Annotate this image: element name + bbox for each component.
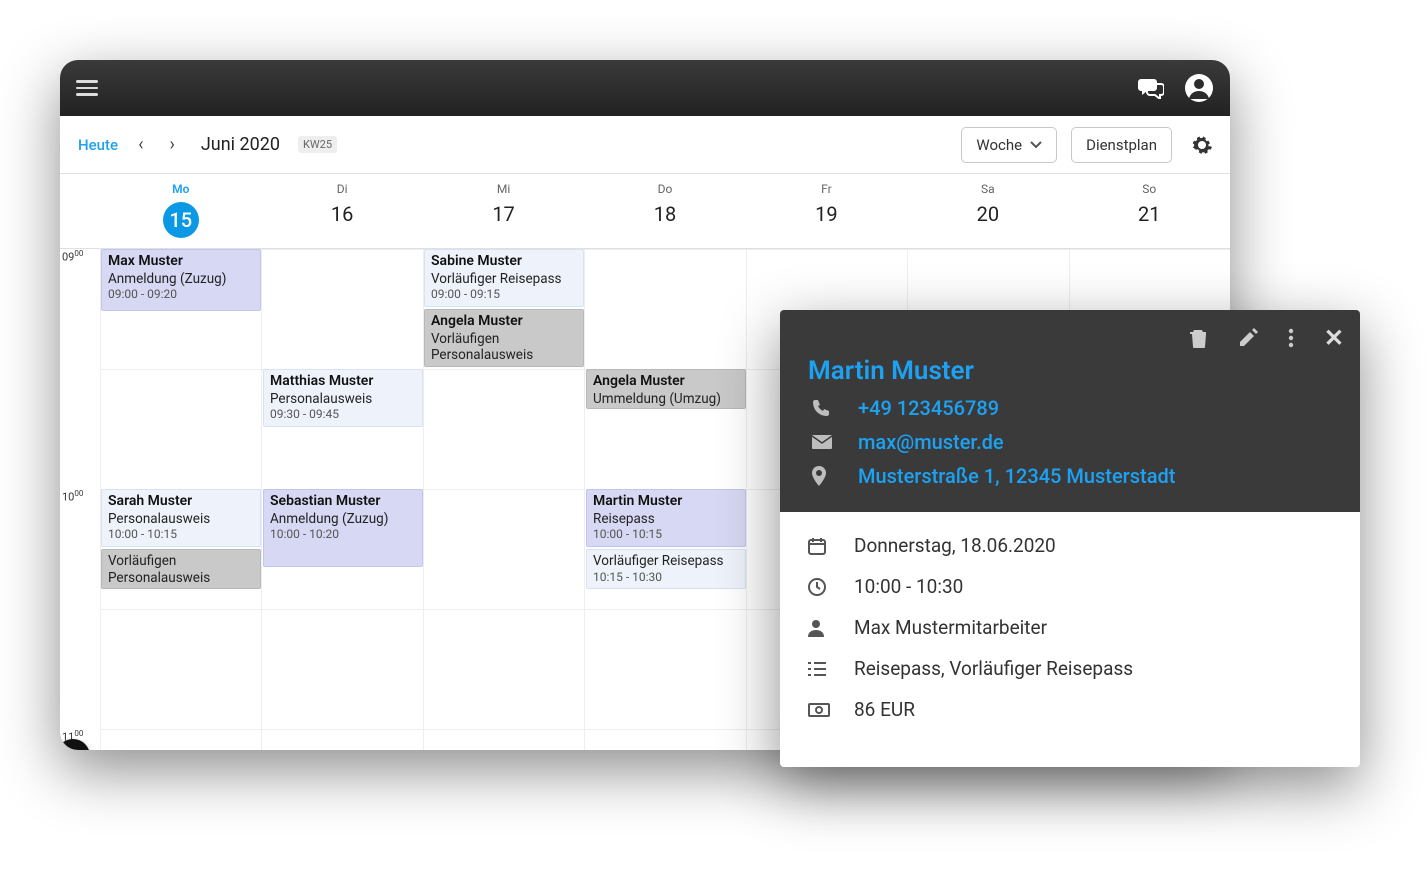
next-week-button[interactable]: › <box>163 130 180 159</box>
person-icon <box>808 619 830 637</box>
chevron-down-icon <box>1030 141 1042 149</box>
event-vorlaeufigen-ausweis[interactable]: Vorläufigen Personalausweis 10:15 - 10:3… <box>101 549 261 589</box>
day-header-sa[interactable]: Sa20 <box>907 174 1068 248</box>
event-sebastian-muster[interactable]: Sebastian Muster Anmeldung (Zuzug) 10:00… <box>263 489 423 567</box>
money-icon <box>808 703 830 717</box>
popover-time: 10:00 - 10:30 <box>854 575 963 598</box>
event-martin-muster[interactable]: Martin Muster Reisepass 10:00 - 10:15 <box>586 489 746 547</box>
clock-icon <box>808 578 830 596</box>
event-angela-muster-2[interactable]: Angela Muster Ummeldung (Umzug) <box>586 369 746 409</box>
edit-icon[interactable] <box>1238 328 1258 348</box>
chat-icon[interactable] <box>1138 77 1164 99</box>
event-sabine-muster[interactable]: Sabine Muster Vorläufiger Reisepass 09:0… <box>424 249 584 307</box>
view-select[interactable]: Woche <box>961 127 1057 163</box>
close-icon[interactable]: ✕ <box>1324 324 1344 352</box>
today-button[interactable]: Heute <box>78 136 118 154</box>
delete-icon[interactable] <box>1190 328 1208 348</box>
popover-staff: Max Mustermitarbeiter <box>854 616 1047 639</box>
list-icon <box>808 662 830 676</box>
event-matthias-muster[interactable]: Matthias Muster Personalausweis 09:30 - … <box>263 369 423 427</box>
popover-header: ✕ Martin Muster +49 123456789 max@muster… <box>780 310 1360 512</box>
event-max-muster[interactable]: Max Muster Anmeldung (Zuzug) 09:00 - 09:… <box>101 249 261 311</box>
user-icon[interactable] <box>1184 73 1214 103</box>
day-header-row: Mo15 Di16 Mi17 Do18 Fr19 Sa20 So21 <box>60 174 1230 249</box>
dienstplan-button[interactable]: Dienstplan <box>1071 127 1172 163</box>
prev-week-button[interactable]: ‹ <box>132 130 149 159</box>
event-detail-popover: ✕ Martin Muster +49 123456789 max@muster… <box>780 310 1360 767</box>
day-header-mi[interactable]: Mi17 <box>423 174 584 248</box>
event-angela-muster-1[interactable]: Angela Muster Vorläufigen Personalauswei… <box>424 309 584 367</box>
location-icon <box>812 466 834 486</box>
week-badge: KW25 <box>298 136 337 153</box>
month-title: Juni 2020 <box>201 134 280 155</box>
popover-contact-name: Martin Muster <box>808 356 1332 386</box>
event-sarah-muster[interactable]: Sarah Muster Personalausweis 10:00 - 10:… <box>101 489 261 547</box>
popover-body: Donnerstag, 18.06.2020 10:00 - 10:30 Max… <box>780 512 1360 767</box>
topbar <box>60 60 1230 116</box>
event-vorlaeufiger-reisepass[interactable]: Vorläufiger Reisepass 10:15 - 10:30 <box>586 549 746 589</box>
menu-icon[interactable] <box>76 80 98 96</box>
day-header-do[interactable]: Do18 <box>584 174 745 248</box>
gear-icon[interactable] <box>1192 135 1212 155</box>
popover-services: Reisepass, Vorläufiger Reisepass <box>854 657 1133 680</box>
phone-icon <box>812 399 834 417</box>
popover-address[interactable]: Musterstraße 1, 12345 Musterstadt <box>858 464 1175 488</box>
popover-phone[interactable]: +49 123456789 <box>858 396 999 420</box>
day-header-fr[interactable]: Fr19 <box>746 174 907 248</box>
email-icon <box>812 435 834 449</box>
day-header-di[interactable]: Di16 <box>261 174 422 248</box>
popover-price: 86 EUR <box>854 698 915 721</box>
day-header-so[interactable]: So21 <box>1069 174 1230 248</box>
calendar-toolbar: Heute ‹ › Juni 2020 KW25 Woche Dienstpla… <box>60 116 1230 174</box>
day-header-mo[interactable]: Mo15 <box>100 174 261 248</box>
calendar-icon <box>808 537 830 555</box>
view-select-label: Woche <box>976 136 1022 154</box>
more-icon[interactable] <box>1288 328 1294 348</box>
popover-date: Donnerstag, 18.06.2020 <box>854 534 1056 557</box>
popover-email[interactable]: max@muster.de <box>858 430 1004 454</box>
